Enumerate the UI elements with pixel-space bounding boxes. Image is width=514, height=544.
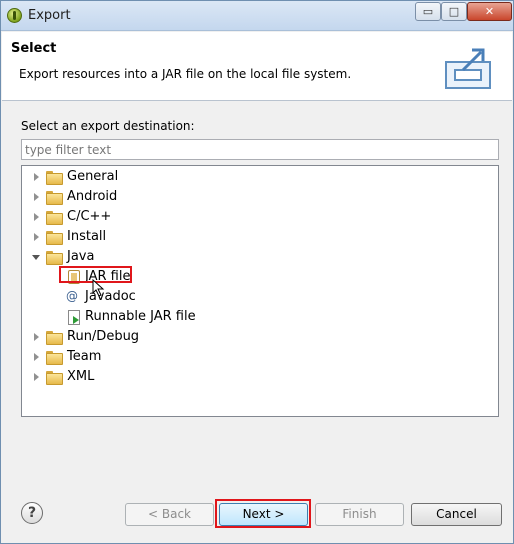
- wizard-banner: Select Export resources into a JAR file …: [2, 32, 512, 101]
- tree-item-label: Team: [67, 349, 102, 364]
- folder-open-icon: [46, 251, 63, 265]
- folder-icon: [46, 331, 63, 345]
- eclipse-app-icon: [7, 8, 22, 23]
- close-button[interactable]: ✕: [467, 2, 512, 21]
- destination-tree[interactable]: General Android C/C++ Install Java JAR f…: [21, 165, 499, 417]
- filter-input[interactable]: [21, 139, 499, 160]
- finish-button[interactable]: Finish: [315, 503, 404, 526]
- tree-item-cpp[interactable]: C/C++: [22, 207, 498, 227]
- collapse-arrow-icon[interactable]: [32, 255, 40, 260]
- tree-item-label: C/C++: [67, 209, 112, 224]
- mouse-cursor-icon: [92, 279, 105, 297]
- tree-item-runnable-jar[interactable]: Runnable JAR file: [22, 307, 498, 327]
- javadoc-icon: [66, 286, 80, 306]
- tree-item-java[interactable]: Java: [22, 247, 498, 267]
- export-dialog: Export ▭ □ ✕ Select Export resources int…: [0, 0, 514, 544]
- tree-item-general[interactable]: General: [22, 167, 498, 187]
- page-description: Export resources into a JAR file on the …: [19, 67, 352, 81]
- export-icon: [445, 48, 491, 89]
- folder-icon: [46, 371, 63, 385]
- help-icon[interactable]: ?: [21, 502, 43, 524]
- maximize-button[interactable]: □: [441, 2, 467, 21]
- expand-arrow-icon[interactable]: [34, 193, 39, 201]
- tree-item-android[interactable]: Android: [22, 187, 498, 207]
- page-title: Select: [11, 41, 57, 56]
- folder-icon: [46, 211, 63, 225]
- folder-icon: [46, 171, 63, 185]
- tree-item-label: Android: [67, 189, 118, 204]
- tree-item-label: Install: [67, 229, 107, 244]
- tree-item-label: General: [67, 169, 119, 184]
- export-destination-label: Select an export destination:: [21, 119, 195, 133]
- tree-item-label: Run/Debug: [67, 329, 140, 344]
- tree-item-run-debug[interactable]: Run/Debug: [22, 327, 498, 347]
- next-button[interactable]: Next >: [219, 503, 308, 526]
- title-bar: Export ▭ □ ✕: [1, 1, 513, 31]
- window-title: Export: [28, 8, 71, 23]
- minimize-button[interactable]: ▭: [415, 2, 441, 21]
- cancel-button[interactable]: Cancel: [411, 503, 502, 526]
- expand-arrow-icon[interactable]: [34, 213, 39, 221]
- expand-arrow-icon[interactable]: [34, 373, 39, 381]
- folder-icon: [46, 351, 63, 365]
- folder-icon: [46, 191, 63, 205]
- tree-item-xml[interactable]: XML: [22, 367, 498, 387]
- tree-item-label: XML: [67, 369, 95, 384]
- tree-item-label: Runnable JAR file: [85, 309, 196, 324]
- tree-item-label: Java: [67, 249, 95, 264]
- tree-item-install[interactable]: Install: [22, 227, 498, 247]
- back-button[interactable]: < Back: [125, 503, 214, 526]
- expand-arrow-icon[interactable]: [34, 233, 39, 241]
- expand-arrow-icon[interactable]: [34, 353, 39, 361]
- expand-arrow-icon[interactable]: [34, 173, 39, 181]
- runnable-jar-icon: [67, 310, 81, 325]
- tree-item-team[interactable]: Team: [22, 347, 498, 367]
- folder-icon: [46, 231, 63, 245]
- expand-arrow-icon[interactable]: [34, 333, 39, 341]
